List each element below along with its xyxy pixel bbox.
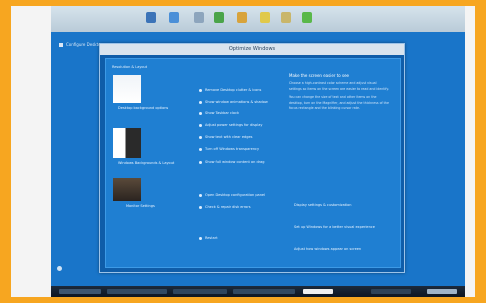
option-4-label: Adjust power settings for display [205,123,263,127]
option-1[interactable]: Remove Desktop clutter & icons [199,87,261,93]
thumbnail-3[interactable] [113,178,141,201]
desktop-icon [59,43,63,47]
description-panel: Make the screen easier to see Choose a h… [289,73,389,112]
thumbnail-2-caption: Windows Backgrounds & Layout [118,161,175,165]
option-8[interactable]: Open Desktop configuration panel [199,192,265,198]
status-icon[interactable] [302,12,312,23]
bullet-icon [199,100,202,104]
bullet-icon [199,160,202,164]
option-3[interactable]: Show Taskbar clock [199,110,239,116]
bottom-row [51,264,465,274]
bullet-icon [199,236,202,240]
settings-icon[interactable] [237,12,247,23]
monitor-bezel: Configure Desktop Optimize Windows Resol… [11,6,475,297]
tool-icon[interactable] [281,12,291,23]
description-paragraph-2: You can change the size of text and othe… [289,95,389,110]
description-paragraph-1: Choose a high-contrast color scheme and … [289,81,389,91]
option-2[interactable]: Show window animations & shadow [199,99,268,105]
system-tray[interactable] [427,289,457,294]
taskbar-button-6[interactable] [371,289,411,294]
option-8-label: Open Desktop configuration panel [205,193,266,197]
option-5[interactable]: Show text with clear edges [199,134,252,140]
taskbar-button-3[interactable] [173,289,227,294]
bullet-icon [199,135,202,139]
dialog-window: Optimize Windows Resolution & Layout Des… [99,43,405,273]
option-10-label: Restart [205,236,218,240]
dialog-title: Optimize Windows [100,44,404,55]
option-9[interactable]: Check & repair disk errors [199,204,251,210]
option-7[interactable]: Show full window content on drag [199,159,264,165]
thumbnail-1-caption: Desktop background options [118,106,169,110]
thumbnail-1[interactable] [113,75,141,103]
dialog-panel: Resolution & Layout Desktop background o… [105,58,401,268]
thumbnail-3-caption: Monitor Settings [126,204,155,208]
taskbar-button-2[interactable] [107,289,167,294]
taskbar-button-4[interactable] [233,289,295,294]
refresh-icon[interactable] [214,12,224,23]
start-orb-icon[interactable] [57,266,62,271]
option-6[interactable]: Turn off Windows transparency [199,146,259,152]
bullet-icon [199,205,202,209]
bullet-icon [199,123,202,127]
thumbnail-2[interactable] [113,128,141,158]
bullet-icon [199,111,202,115]
option-7-label: Show full window content on drag [205,160,265,164]
link-3[interactable]: Adjust how windows appear on screen [294,247,361,251]
taskbar [51,286,465,297]
bullet-icon [199,193,202,197]
desktop-label[interactable]: Configure Desktop [59,42,103,50]
back-icon[interactable] [146,12,156,23]
folder-icon[interactable] [194,12,204,23]
link-1[interactable]: Display settings & customization [294,203,351,207]
desktop-screen: Configure Desktop Optimize Windows Resol… [51,6,465,286]
star-icon[interactable] [260,12,270,23]
app-icon[interactable] [169,12,179,23]
option-1-label: Remove Desktop clutter & icons [205,88,262,92]
option-10[interactable]: Restart [199,235,218,241]
bullet-icon [199,88,202,92]
option-9-label: Check & repair disk errors [205,205,251,209]
option-2-label: Show window animations & shadow [205,100,268,104]
taskbar-button-5[interactable] [303,289,333,294]
option-4[interactable]: Adjust power settings for display [199,122,262,128]
thumbnail-caption: Resolution & Layout [112,65,148,69]
description-heading: Make the screen easier to see [289,73,349,78]
desktop-label-text: Configure Desktop [66,42,104,47]
option-3-label: Show Taskbar clock [205,111,240,115]
link-2[interactable]: Set up Windows for a better visual exper… [294,225,375,229]
option-6-label: Turn off Windows transparency [205,147,260,151]
option-5-label: Show text with clear edges [205,135,253,139]
top-toolbar [51,6,465,32]
taskbar-button-1[interactable] [59,289,101,294]
bullet-icon [199,147,202,151]
